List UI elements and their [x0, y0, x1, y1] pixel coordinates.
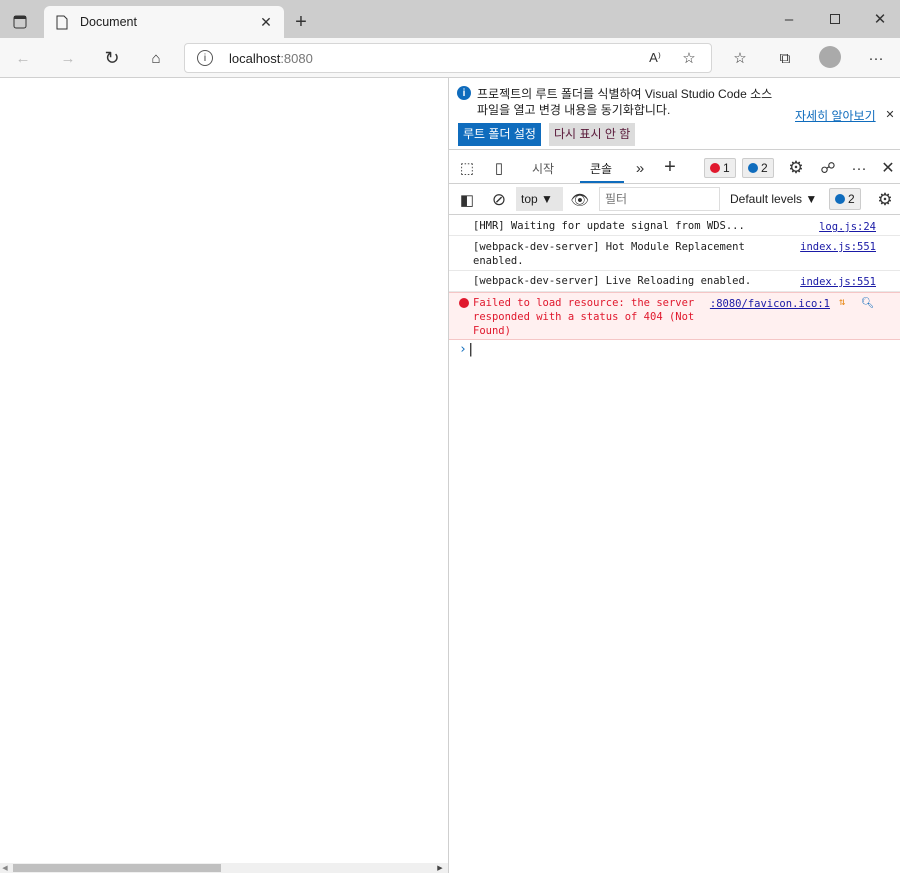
log-levels-select[interactable]: Default levels ▼ [730, 192, 817, 206]
inspect-element-icon[interactable]: ⬚ [457, 158, 477, 178]
back-icon[interactable]: ← [12, 47, 34, 69]
console-settings-icon[interactable]: ⚙ [875, 190, 895, 210]
close-infobar-icon[interactable]: ✕ [883, 107, 897, 121]
dont-show-again-button[interactable]: 다시 표시 안 함 [549, 123, 636, 146]
sidebar-toggle-icon[interactable]: ◧ [457, 190, 477, 210]
search-icon[interactable]: 🔍︎ [861, 296, 874, 309]
learn-more-link[interactable]: 자세히 알아보기 [795, 107, 876, 124]
add-favorite-icon[interactable]: ☆ [679, 48, 699, 68]
settings-icon[interactable]: ⚙ [786, 158, 806, 178]
close-window-icon[interactable]: ✕ [869, 8, 891, 30]
device-emulation-icon[interactable]: ▯ [489, 158, 509, 178]
add-tab-icon[interactable]: + [660, 156, 680, 178]
horizontal-scrollbar[interactable]: ◀ ▶ [0, 863, 448, 873]
tab-actions-icon[interactable] [8, 10, 32, 34]
console-toolbar: ◧ ⊘ top ▼ 👁︎ Default levels ▼ 2 ⚙ [449, 184, 900, 215]
context-select[interactable]: top ▼ [516, 187, 563, 211]
browser-toolbar: ← → ↻ ⌂ i localhost:8080 A⁾ ☆ ☆ ⧉ ··· [0, 38, 900, 78]
more-options-icon[interactable]: ··· [849, 158, 869, 178]
minimize-icon[interactable]: – [778, 8, 800, 30]
infobar: i 프로젝트의 루트 폴더를 식별하여 Visual Studio Code 소… [449, 78, 900, 150]
scrollbar-thumb[interactable] [13, 864, 221, 872]
set-root-folder-button[interactable]: 루트 폴더 설정 [458, 123, 541, 146]
infobar-text: 프로젝트의 루트 폴더를 식별하여 Visual Studio Code 소스 [477, 87, 773, 101]
feedback-icon[interactable]: ☍ [818, 158, 838, 178]
clear-console-icon[interactable]: ⊘ [489, 190, 509, 210]
more-tabs-icon[interactable]: » [631, 158, 649, 178]
tab-title: Document [80, 15, 137, 29]
message-icon [835, 194, 845, 204]
close-devtools-icon[interactable]: ✕ [878, 158, 898, 178]
network-icon[interactable]: ⇅ [839, 296, 845, 308]
read-aloud-icon[interactable]: A⁾ [645, 48, 665, 68]
scroll-right-icon[interactable]: ▶ [436, 863, 444, 873]
error-icon [710, 163, 720, 173]
home-icon[interactable]: ⌂ [145, 47, 167, 69]
console-message: [webpack-dev-server] Live Reloading enab… [449, 271, 900, 292]
source-link[interactable]: index.js:551 [800, 276, 876, 288]
issues-badge[interactable]: 2 [829, 188, 861, 210]
console-prompt[interactable]: ›| [459, 342, 475, 357]
browser-tab[interactable]: Document ✕ [44, 6, 284, 38]
info-icon: i [457, 86, 471, 100]
new-tab-icon[interactable]: + [290, 11, 312, 33]
devtools-panel: i 프로젝트의 루트 폴더를 식별하여 Visual Studio Code 소… [448, 78, 900, 873]
source-link[interactable]: index.js:551 [800, 241, 876, 253]
tab-welcome[interactable]: 시작 [532, 160, 554, 177]
console-error-message: Failed to load resource: the server resp… [449, 292, 900, 340]
close-tab-icon[interactable]: ✕ [256, 12, 276, 32]
site-info-icon[interactable]: i [197, 50, 213, 66]
infobar-text: 파일을 열고 변경 내용을 동기화합니다. [477, 103, 671, 117]
scroll-left-icon[interactable]: ◀ [1, 863, 9, 873]
source-link[interactable]: log.js:24 [819, 221, 876, 233]
more-menu-icon[interactable]: ··· [865, 47, 887, 69]
tab-strip: Document ✕ + – ✕ [0, 0, 900, 38]
document-icon [54, 14, 70, 30]
live-expression-icon[interactable]: 👁︎ [570, 190, 590, 210]
console-message: [HMR] Waiting for update signal from WDS… [449, 216, 900, 236]
maximize-icon[interactable] [824, 8, 846, 30]
favorites-icon[interactable]: ☆ [729, 47, 751, 69]
info-count-badge[interactable]: 2 [742, 158, 774, 178]
refresh-icon[interactable]: ↻ [101, 47, 123, 69]
url-text: localhost:8080 [229, 51, 313, 66]
filter-input[interactable] [599, 187, 720, 211]
address-bar[interactable]: i localhost:8080 A⁾ ☆ [184, 43, 712, 73]
forward-icon[interactable]: → [57, 47, 79, 69]
collections-icon[interactable]: ⧉ [774, 47, 796, 69]
source-link[interactable]: :8080/favicon.ico:1 [710, 298, 830, 310]
message-icon [748, 163, 758, 173]
tab-console[interactable]: 콘솔 [580, 151, 624, 183]
page-content [0, 78, 448, 873]
console-message: [webpack-dev-server] Hot Module Replacem… [449, 236, 900, 271]
error-count-badge[interactable]: 1 [704, 158, 736, 178]
profile-avatar[interactable] [819, 46, 841, 68]
devtools-tabbar: ⬚ ▯ 시작 콘솔 » + 1 2 ⚙ ☍ ··· ✕ [449, 151, 900, 184]
error-icon [459, 298, 469, 308]
